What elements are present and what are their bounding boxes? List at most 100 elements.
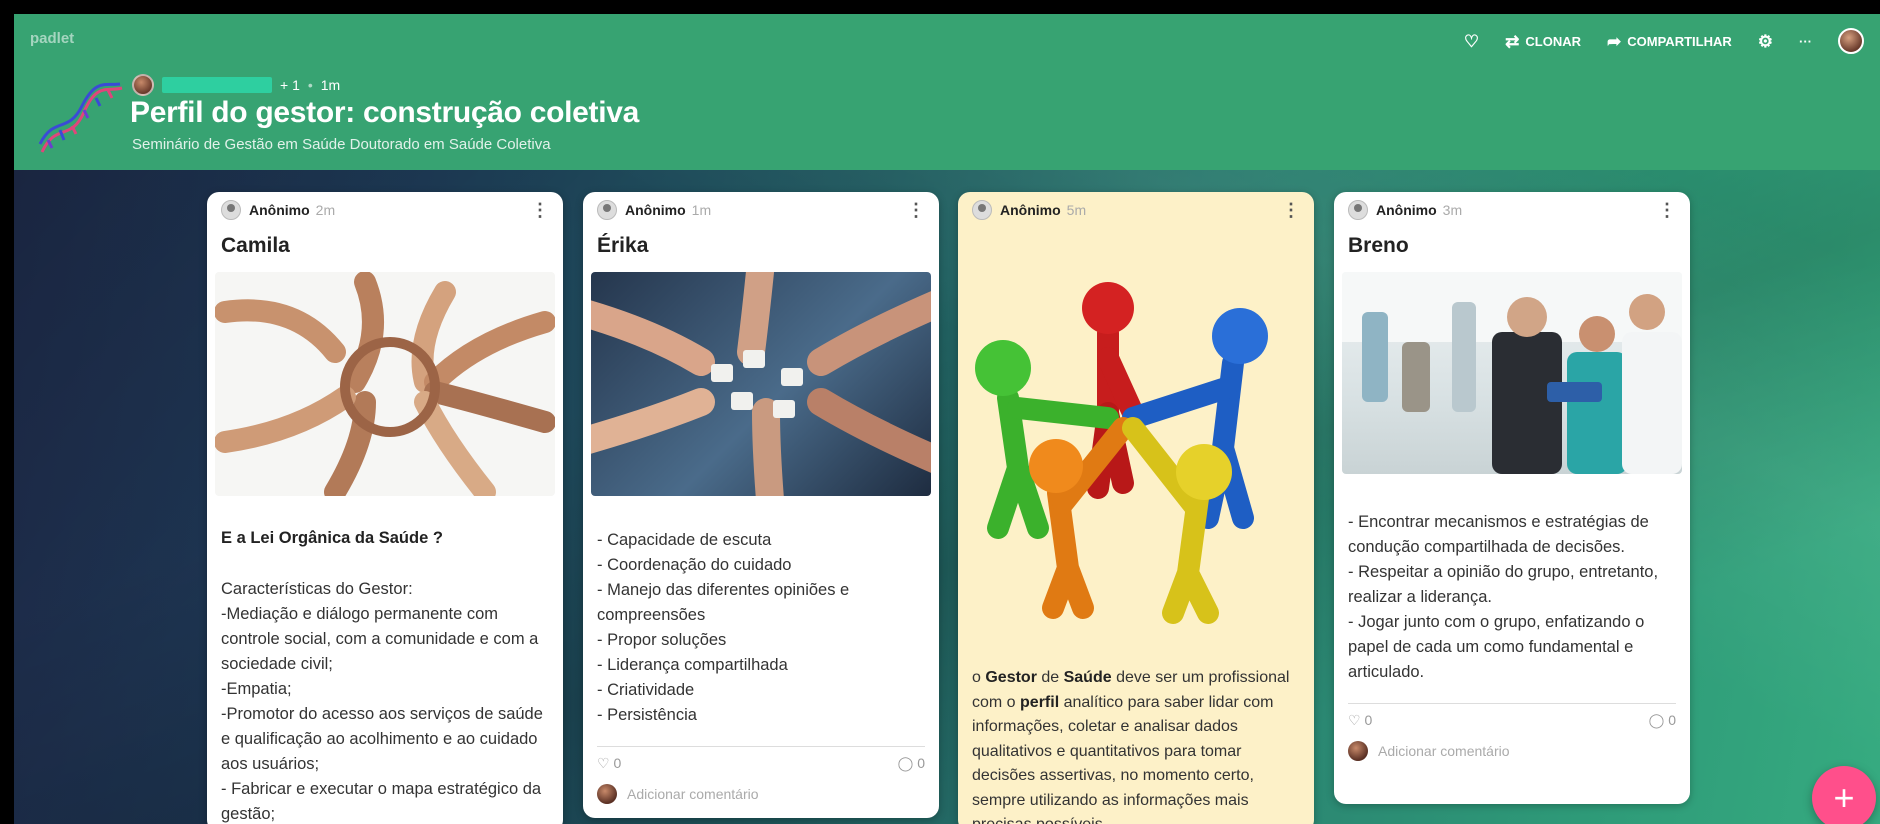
body-line: -Empatia; [221, 680, 292, 698]
post-image-team-figures[interactable] [958, 228, 1314, 628]
commenter-avatar [597, 784, 617, 804]
post-image-hands-circle[interactable] [215, 272, 555, 496]
board-subtitle: Seminário de Gestão em Saúde Doutorado e… [132, 136, 551, 153]
body-bold-gestor: Gestor [985, 669, 1037, 686]
body-bold-saude: Saúde [1063, 669, 1112, 686]
post-menu-icon[interactable]: ⋮ [1282, 200, 1300, 221]
post-menu-icon[interactable]: ⋮ [1658, 200, 1676, 221]
body-line: -Promotor do acesso aos serviços de saúd… [221, 705, 543, 773]
comment-count-button[interactable]: ◯ 0 [1649, 712, 1676, 729]
body-line: - Persistência [597, 706, 697, 724]
body-line: Características do Gestor: [221, 580, 413, 598]
body-text: analítico para saber lidar com informaçõ… [972, 693, 1274, 824]
header-toolbar: ♡ ⇄ CLONAR ➦ COMPARTILHAR ⚙ ··· [1464, 28, 1864, 54]
post-body: - Encontrar mecanismos e estratégias de … [1334, 510, 1690, 685]
owner-avatar[interactable] [132, 74, 154, 96]
add-comment-row[interactable]: Adicionar comentário [1334, 737, 1690, 773]
body-line: - Jogar junto com o grupo, enfatizando o… [1348, 613, 1645, 681]
post-reactions: ♡ 0 ◯ 0 [583, 747, 939, 780]
add-comment-placeholder[interactable]: Adicionar comentário [1378, 743, 1510, 759]
anonymous-avatar [1348, 200, 1368, 220]
board-meta: + 1 • 1m [132, 74, 340, 96]
comment-count: 0 [1668, 712, 1676, 728]
comment-count-button[interactable]: ◯ 0 [898, 755, 925, 772]
post-title: Breno [1348, 234, 1409, 257]
post-body: - Capacidade de escuta - Coordenação do … [583, 528, 939, 728]
post-menu-icon[interactable]: ⋮ [907, 200, 925, 221]
body-bold-perfil: perfil [1020, 693, 1060, 711]
user-avatar[interactable] [1838, 28, 1864, 54]
like-button[interactable]: ♡ 0 [597, 755, 621, 772]
add-comment-row[interactable]: Adicionar comentário [583, 780, 939, 816]
heart-icon: ♡ [1463, 31, 1480, 51]
like-board-button[interactable]: ♡ [1464, 33, 1479, 50]
healthcare-team-illustration [1342, 272, 1682, 474]
post-author: Anônimo [625, 202, 686, 218]
comment-count: 0 [917, 755, 925, 771]
padlet-board: padlet + 1 • 1m Perfil do gestor: constr… [14, 14, 1880, 824]
settings-button[interactable]: ⚙ [1758, 33, 1773, 50]
post-menu-icon[interactable]: ⋮ [531, 200, 549, 221]
meta-separator: • [307, 77, 313, 93]
post-header: Anônimo 5m ⋮ [958, 192, 1314, 228]
share-label: COMPARTILHAR [1627, 33, 1732, 49]
puzzle-hands-illustration [591, 272, 931, 496]
hands-circle-illustration [215, 272, 555, 496]
add-post-button[interactable]: + [1812, 766, 1876, 824]
body-text: o [972, 669, 986, 686]
post-time: 1m [691, 202, 712, 218]
body-line: -Mediação e diálogo permanente com contr… [221, 605, 539, 673]
comment-bubble-icon: ◯ [1648, 712, 1665, 728]
gear-icon: ⚙ [1757, 31, 1773, 51]
post-reactions: ♡ 0 ◯ 0 [1334, 704, 1690, 737]
post-header: Anônimo 3m ⋮ [1334, 192, 1690, 228]
padlet-brand[interactable]: padlet [30, 30, 74, 47]
like-count: 0 [613, 755, 622, 771]
post-image-healthcare-team[interactable] [1342, 272, 1682, 474]
share-button[interactable]: ➦ COMPARTILHAR [1607, 33, 1732, 50]
post-card-gestor[interactable]: Anônimo 5m ⋮ o Gestor de Saúde deve ser … [958, 192, 1314, 824]
post-card-erika[interactable]: Anônimo 1m ⋮ Érika - Capacidade de escut… [583, 192, 939, 818]
clone-button[interactable]: ⇄ CLONAR [1505, 33, 1581, 50]
like-button[interactable]: ♡ 0 [1348, 712, 1372, 729]
body-line: - Respeitar a opinião do grupo, entretan… [1348, 563, 1659, 606]
post-author: Anônimo [249, 202, 310, 218]
post-body-heading: E a Lei Orgânica da Saúde ? [221, 529, 443, 547]
post-image-puzzle-hands[interactable] [591, 272, 931, 496]
body-line: - Capacidade de escuta [597, 531, 772, 549]
post-author: Anônimo [1376, 202, 1437, 218]
post-body: E a Lei Orgânica da Saúde ? Característi… [207, 526, 563, 824]
post-title: Érika [597, 234, 649, 257]
anonymous-avatar [221, 200, 241, 220]
share-arrow-icon: ➦ [1607, 31, 1622, 51]
post-card-camila[interactable]: Anônimo 2m ⋮ Camila E a Lei Orgânica da … [207, 192, 563, 824]
clone-label: CLONAR [1525, 33, 1582, 49]
post-title: Camila [221, 234, 290, 257]
body-line: - Manejo das diferentes opiniões e compr… [597, 581, 850, 624]
board-title: Perfil do gestor: construção coletiva [130, 96, 640, 129]
body-line: - Coordenação do cuidado [597, 556, 792, 574]
body-line: - Criatividade [597, 681, 695, 699]
add-comment-placeholder[interactable]: Adicionar comentário [627, 786, 759, 802]
plus-icon: + [1833, 777, 1855, 818]
board-updated-time: 1m [320, 77, 341, 93]
body-line: - Propor soluções [597, 631, 727, 649]
post-author: Anônimo [1000, 202, 1061, 218]
more-button[interactable]: ··· [1799, 34, 1812, 49]
body-line: - Encontrar mecanismos e estratégias de … [1348, 513, 1649, 556]
collaborator-count: + 1 [280, 77, 300, 93]
body-text: de [1036, 669, 1064, 686]
board-logo-icon [38, 82, 123, 153]
anonymous-avatar [597, 200, 617, 220]
post-card-breno[interactable]: Anônimo 3m ⋮ Breno - Encontrar mecanismo… [1334, 192, 1690, 804]
post-header: Anônimo 2m ⋮ [207, 192, 563, 228]
post-time: 5m [1066, 202, 1087, 218]
body-line: - Fabricar e executar o mapa estratégico… [221, 780, 542, 823]
heart-icon: ♡ [597, 755, 610, 771]
more-icon: ··· [1799, 33, 1812, 49]
board-header: padlet + 1 • 1m Perfil do gestor: constr… [14, 14, 1880, 170]
post-time: 2m [315, 202, 336, 218]
post-header: Anônimo 1m ⋮ [583, 192, 939, 228]
clone-icon: ⇄ [1505, 31, 1520, 51]
comment-bubble-icon: ◯ [897, 755, 914, 771]
